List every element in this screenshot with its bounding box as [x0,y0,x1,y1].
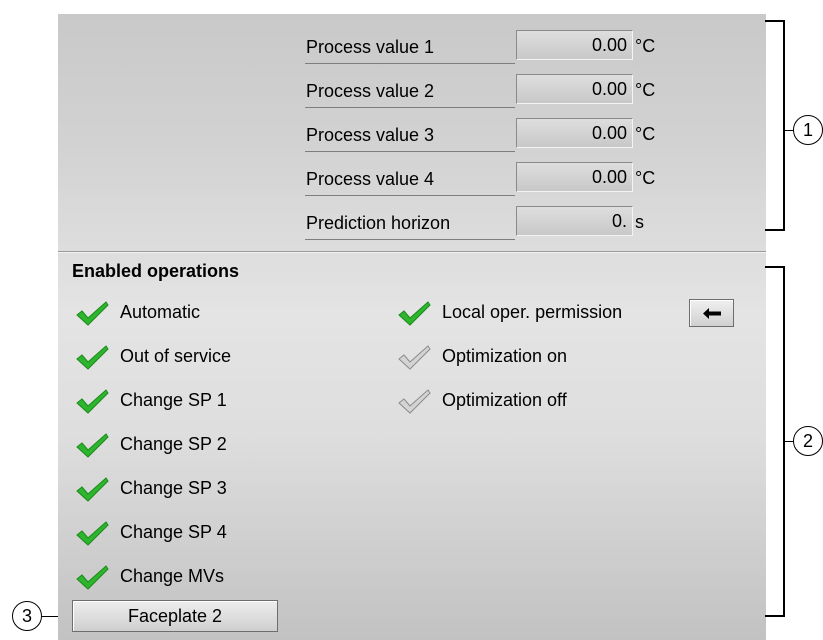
operation-label: Change SP 4 [120,522,227,542]
process-value-field: 0.00 [516,74,633,104]
checkmark-icon [76,301,109,326]
unit-label: s [635,212,644,232]
operation-label: Optimization off [442,390,567,410]
process-value-field: 0.00 [516,162,633,192]
unit-label: °C [635,168,656,188]
operation-label: Change MVs [120,566,225,586]
enabled-operations-heading: Enabled operations [72,261,240,281]
operation-label: Local oper. permission [442,302,623,322]
process-value-label: Process value 1 [306,37,435,57]
checkmark-disabled-icon [398,389,431,414]
operation-label: Automatic [120,302,201,322]
callout-bracket-1 [765,20,785,231]
process-value-label: Process value 3 [306,125,435,145]
divider [305,195,515,196]
prediction-horizon-label: Prediction horizon [306,213,451,233]
process-value-field: 0.00 [516,118,633,148]
faceplate-2-button[interactable]: Faceplate 2 [72,600,278,632]
checkmark-disabled-icon [398,345,431,370]
callout-bracket-2 [765,266,785,617]
process-value-label: Process value 2 [306,81,435,101]
unit-label: °C [635,80,656,100]
unit-label: °C [635,124,656,144]
section-divider-highlight [58,252,766,253]
callout-2: 2 [793,426,823,456]
divider [305,151,515,152]
unit-label: °C [635,36,656,56]
operation-label: Change SP 1 [120,390,227,410]
callout-3: 3 [12,601,42,631]
divider [305,239,515,240]
checkmark-icon [76,521,109,546]
operation-label: Change SP 2 [120,434,227,454]
process-value-field: 0.00 [516,30,633,60]
operation-label: Out of service [120,346,232,366]
checkmark-icon [76,345,109,370]
checkmark-icon [76,389,109,414]
left-arrow-icon [703,308,721,319]
divider [305,63,515,64]
local-oper-permission-button[interactable] [689,299,734,327]
checkmark-icon [76,433,109,458]
divider [305,107,515,108]
checkmark-icon [398,301,431,326]
callout-1: 1 [793,115,823,145]
operation-label: Change SP 3 [120,478,227,498]
checkmark-icon [76,477,109,502]
operation-label: Optimization on [442,346,568,366]
process-value-label: Process value 4 [306,169,435,189]
callout-line-3 [42,616,58,617]
checkmark-icon [76,565,109,590]
prediction-horizon-field: 0. [516,206,633,236]
